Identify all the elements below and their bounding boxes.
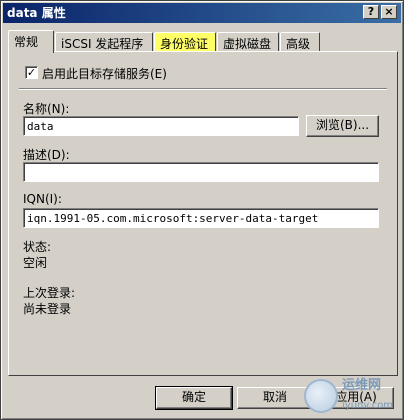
enable-target-checkbox[interactable]: ✓ [25, 66, 38, 79]
tab-strip: 常规 iSCSI 发起程序 身份验证 虚拟磁盘 高级 [8, 30, 398, 53]
description-label: 描述(D): [23, 148, 70, 162]
title-bar[interactable]: data 属性 ? × [3, 3, 401, 23]
window-title: data 属性 [7, 6, 66, 20]
iqn-field[interactable]: iqn.1991-05.com.microsoft:server-data-ta… [23, 208, 379, 228]
browse-button[interactable]: 浏览(B)... [306, 115, 379, 137]
close-icon: × [384, 5, 394, 18]
check-icon: ✓ [26, 66, 37, 79]
tab-label: iSCSI 发起程序 [61, 37, 144, 51]
globe-icon [304, 379, 338, 413]
site-watermark: 运维网 iyunv.com [304, 377, 399, 417]
close-button[interactable]: × [381, 5, 397, 19]
tab-general[interactable]: 常规 [8, 30, 54, 53]
tab-virtual-disks[interactable]: 虚拟磁盘 [217, 32, 279, 52]
watermark-line2: iyunv.com [342, 400, 394, 411]
watermark-line1: 运维网 [342, 378, 382, 393]
tab-label: 身份验证 [160, 37, 209, 51]
name-value: data [27, 120, 54, 133]
cancel-button[interactable]: 取消 [237, 387, 313, 409]
name-field[interactable]: data [23, 116, 299, 136]
iqn-value: iqn.1991-05.com.microsoft:server-data-ta… [27, 212, 319, 225]
last-login-label: 上次登录: [23, 286, 76, 300]
name-label: 名称(N): [23, 102, 70, 116]
properties-dialog: data 属性 ? × 常规 iSCSI 发起程序 身份验证 虚拟磁盘 高级 ✓… [0, 0, 404, 420]
tab-advanced[interactable]: 高级 [280, 32, 320, 52]
tab-label: 虚拟磁盘 [223, 37, 272, 51]
status-value: 空闲 [23, 256, 48, 270]
tab-iscsi-initiators[interactable]: iSCSI 发起程序 [55, 32, 153, 52]
tab-panel-general: ✓ 启用此目标存储服务(E) 名称(N): data 浏览(B)... 描述(D… [8, 51, 398, 376]
tab-label: 常规 [14, 35, 39, 49]
separator [19, 88, 387, 90]
help-button[interactable]: ? [363, 5, 379, 19]
help-icon: ? [367, 5, 375, 18]
last-login-value: 尚未登录 [23, 302, 72, 316]
ok-button[interactable]: 确定 [155, 386, 233, 410]
status-label: 状态: [23, 240, 52, 254]
enable-target-label[interactable]: 启用此目标存储服务(E) [42, 65, 167, 82]
tab-label: 高级 [286, 37, 311, 51]
iqn-label: IQN(I): [23, 192, 62, 206]
description-field[interactable] [23, 162, 379, 182]
tab-authentication[interactable]: 身份验证 [154, 32, 216, 52]
